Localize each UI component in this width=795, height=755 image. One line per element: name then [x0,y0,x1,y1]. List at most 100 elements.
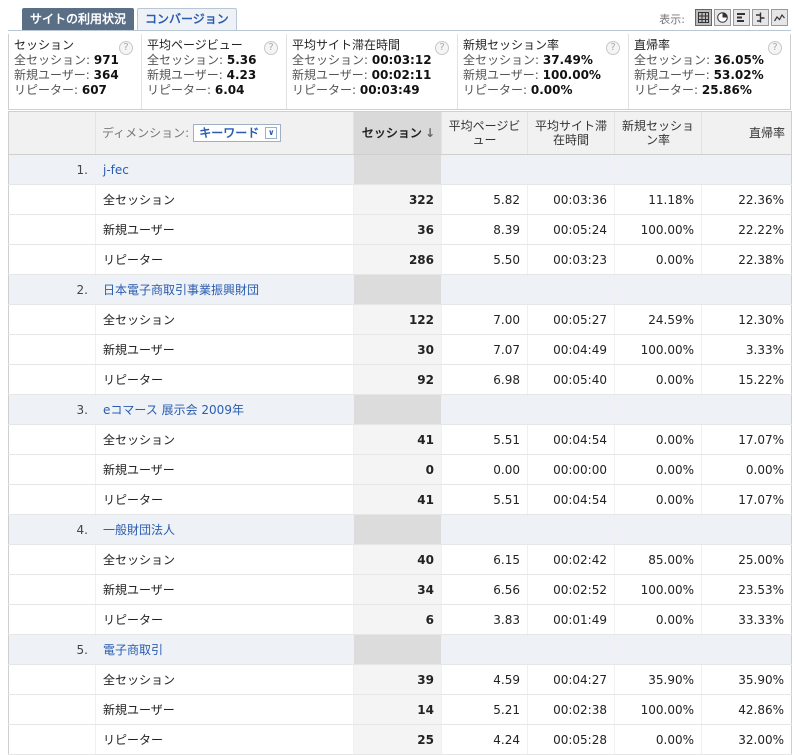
data-table: ディメンション: キーワード ∨ セッション ↓ 平均ページビュー 平均サイト滞在… [8,111,792,755]
cell-duration: 00:04:54 [527,484,615,515]
row-index: 3. [8,394,96,425]
cell-duration: 00:00:00 [527,454,615,485]
cell-pageviews: 5.51 [441,424,528,455]
segment-label: リピーター [95,244,354,275]
row-index: 2. [8,274,96,305]
segment-label: 新規ユーザー [95,214,354,245]
keyword-link[interactable]: eコマース 展示会 2009年 [103,403,244,417]
comparison-icon[interactable] [752,9,769,26]
summary-metrics: セッション 全セッション: 971 新規ユーザー: 364 リピーター: 607… [8,34,791,110]
cell-sessions: 122 [353,304,442,335]
empty-cell [8,184,96,215]
row-index: 1. [8,154,96,185]
keyword-link[interactable]: 一般財団法人 [103,523,175,537]
cell-new-rate: 85.00% [614,544,702,575]
cell-bounce: 22.38% [701,244,792,275]
table-body: 1. j-fec 全セッション 322 5.82 00:03:36 11.18% 22.36%… [8,154,792,755]
header-bounce-rate[interactable]: 直帰率 [701,111,792,155]
cell-pageviews: 7.07 [441,334,528,365]
cell-pageviews: 0.00 [441,454,528,485]
row-index: 4. [8,514,96,545]
keyword-table: ディメンション: キーワード ∨ セッション ↓ 平均ページビュー 平均サイト滞在… [8,111,792,755]
tab-conversion[interactable]: コンバージョン [137,8,237,30]
cell-bounce: 15.22% [701,364,792,395]
metric-new-session-rate: 新規セッション率 全セッション: 37.49% 新規ユーザー: 100.00% … [458,34,629,109]
cell-sessions: 41 [353,484,442,515]
cell-sessions: 322 [353,184,442,215]
keyword-cell: j-fec [95,154,354,185]
cell-bounce: 12.30% [701,304,792,335]
help-icon[interactable]: ? [435,41,449,55]
trend-icon[interactable] [771,9,788,26]
cell-new-rate: 100.00% [614,214,702,245]
cell-pageviews: 5.82 [441,184,528,215]
cell-bounce: 3.33% [701,334,792,365]
metric-line: リピーター: 00:03:49 [292,83,420,97]
header-sessions[interactable]: セッション ↓ [353,111,442,155]
cell-duration: 00:03:23 [527,244,615,275]
keyword-link[interactable]: 日本電子商取引事業振興財団 [103,283,259,297]
segment-label: 全セッション [95,664,354,695]
cell-sessions: 30 [353,334,442,365]
empty-cell [353,514,442,545]
cell-sessions: 40 [353,544,442,575]
empty-cell [353,394,442,425]
cell-bounce: 32.00% [701,724,792,755]
bar-chart-icon[interactable] [733,9,750,26]
cell-pageviews: 4.24 [441,724,528,755]
keyword-link[interactable]: 電子商取引 [103,643,163,657]
help-icon[interactable]: ? [768,41,782,55]
segment-label: リピーター [95,364,354,395]
cell-pageviews: 5.50 [441,244,528,275]
cell-bounce: 22.36% [701,184,792,215]
cell-pageviews: 5.21 [441,694,528,725]
keyword-cell: 一般財団法人 [95,514,354,545]
empty-cell [8,364,96,395]
empty-cell [441,274,528,305]
table-row: リピーター 41 5.51 00:04:54 0.00% 17.07% [8,484,792,515]
empty-cell [353,634,442,665]
dimension-select[interactable]: キーワード ∨ [193,124,282,142]
table-view-icon[interactable] [695,9,712,26]
keyword-group-row: 3. eコマース 展示会 2009年 [8,394,792,425]
chevron-down-icon: ∨ [265,127,278,139]
row-index: 5. [8,634,96,665]
metric-title: 新規セッション率 [463,38,560,52]
cell-new-rate: 0.00% [614,484,702,515]
empty-cell [701,394,792,425]
empty-cell [8,304,96,335]
table-row: リピーター 6 3.83 00:01:49 0.00% 33.33% [8,604,792,635]
empty-cell [614,154,702,185]
metric-line: 新規ユーザー: 100.00% [463,68,601,82]
table-row: リピーター 92 6.98 00:05:40 0.00% 15.22% [8,364,792,395]
cell-new-rate: 0.00% [614,454,702,485]
keyword-group-row: 4. 一般財団法人 [8,514,792,545]
help-icon[interactable]: ? [119,41,133,55]
cell-pageviews: 3.83 [441,604,528,635]
header-duration[interactable]: 平均サイト滞在時間 [527,111,615,155]
empty-cell [701,634,792,665]
help-icon[interactable]: ? [264,41,278,55]
metric-line: 新規ユーザー: 00:02:11 [292,68,432,82]
empty-cell [8,544,96,575]
pie-chart-icon[interactable] [714,9,731,26]
keyword-link[interactable]: j-fec [103,163,129,177]
header-index [8,111,96,155]
cell-duration: 00:05:28 [527,724,615,755]
dimension-select-value: キーワード [199,126,260,140]
keyword-cell: 電子商取引 [95,634,354,665]
table-row: リピーター 25 4.24 00:05:28 0.00% 32.00% [8,724,792,755]
cell-duration: 00:03:36 [527,184,615,215]
cell-duration: 00:04:54 [527,424,615,455]
metric-line: 新規ユーザー: 364 [14,68,119,82]
cell-bounce: 0.00% [701,454,792,485]
help-icon[interactable]: ? [606,41,620,55]
tab-site-usage[interactable]: サイトの利用状況 [22,8,135,30]
empty-cell [701,514,792,545]
cell-new-rate: 24.59% [614,304,702,335]
cell-sessions: 0 [353,454,442,485]
header-pageviews[interactable]: 平均ページビュー [441,111,528,155]
empty-cell [527,154,615,185]
header-new-session-rate[interactable]: 新規セッション率 [614,111,702,155]
cell-pageviews: 4.59 [441,664,528,695]
